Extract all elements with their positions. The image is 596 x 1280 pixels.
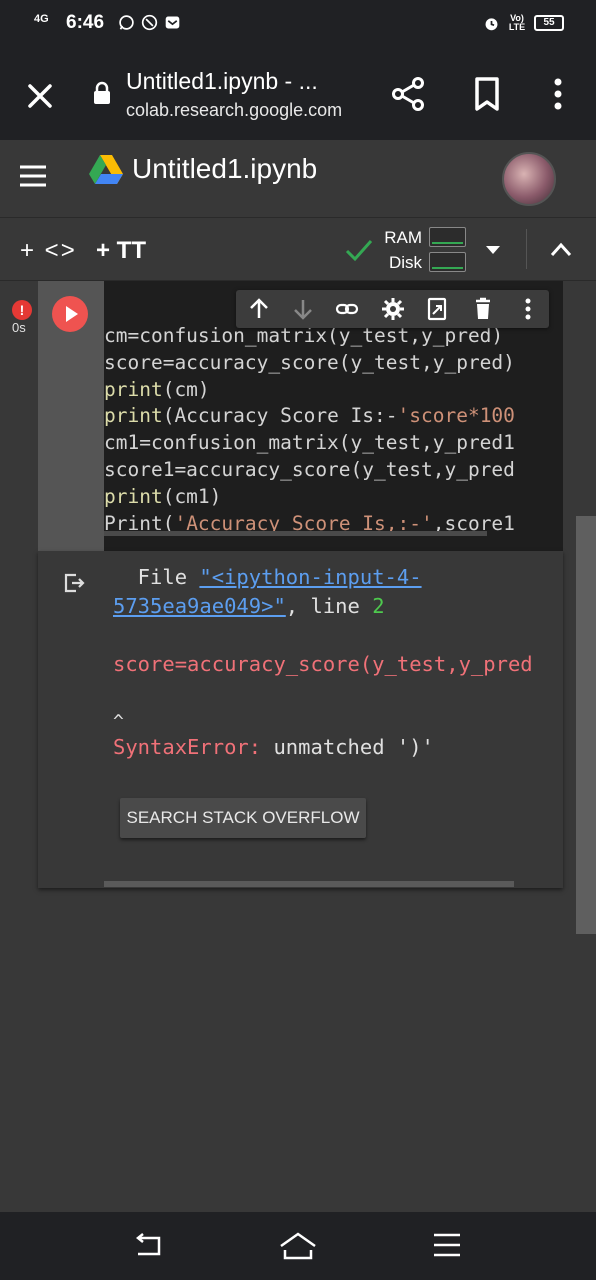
more-options-icon[interactable]: [546, 76, 570, 112]
error-message: SyntaxError: unmatched ')': [113, 735, 434, 759]
code-text: score1=accuracy_score(y_test,y_pred: [104, 457, 515, 481]
back-icon[interactable]: [132, 1232, 164, 1260]
execution-time: 0s: [12, 320, 26, 335]
line-label: , line: [285, 594, 373, 618]
code-keyword: print: [104, 377, 163, 401]
notification-icons: [118, 14, 181, 31]
code-line: score1=accuracy_score(y_test,y_pred: [104, 457, 515, 484]
share-icon[interactable]: [388, 74, 428, 114]
system-nav-bar: [0, 1212, 596, 1280]
ram-label: RAM: [384, 228, 422, 247]
line-number: 2: [372, 594, 385, 618]
delete-icon[interactable]: [471, 297, 495, 321]
mail-icon: [165, 16, 180, 29]
search-stack-overflow-button[interactable]: SEARCH STACK OVERFLOW: [120, 798, 366, 838]
browser-toolbar: Untitled1.ipynb - ... colab.research.goo…: [0, 48, 596, 140]
menu-icon[interactable]: [18, 164, 48, 188]
add-text-button[interactable]: + TT: [96, 237, 146, 265]
vpn-icon: [141, 14, 158, 31]
move-up-icon[interactable]: [247, 297, 271, 321]
gear-icon[interactable]: [381, 297, 405, 321]
traceback-text: File "<ipython-input-4- 5735ea9ae049>", …: [113, 563, 533, 679]
connected-check-icon: [345, 240, 373, 262]
clock: 6:46: [66, 12, 105, 33]
code-text: (cm1): [162, 484, 222, 508]
code-line: print(cm): [104, 377, 515, 404]
notebook-toolbar: + <> + TT RAM Disk: [0, 219, 596, 281]
chevron-down-icon[interactable]: [486, 246, 500, 254]
colab-header: Untitled1.ipynb: [0, 140, 596, 218]
code-text: cm1=confusion_matrix(y_test,y_pred1: [104, 431, 515, 455]
more-vert-icon[interactable]: [516, 297, 540, 321]
run-cell-button[interactable]: [52, 296, 88, 332]
traceback-file-link[interactable]: "<ipython-input-4-: [199, 565, 421, 589]
traceback-file-link-cont[interactable]: 5735ea9ae049>": [113, 594, 286, 618]
whatsapp-icon: [119, 15, 134, 30]
cell-toolbar: [236, 290, 549, 328]
error-detail: unmatched ')': [261, 735, 434, 759]
link-icon[interactable]: [335, 297, 359, 321]
lock-icon: [94, 81, 110, 104]
url-host[interactable]: colab.research.google.com: [126, 100, 342, 121]
mirror-cell-icon[interactable]: [425, 297, 449, 321]
error-caret: ^: [113, 711, 124, 732]
code-lines: cm=confusion_matrix(y_test,y_pred) score=…: [104, 323, 515, 537]
code-text: score=accuracy_score(y_test,y_pred): [104, 350, 515, 374]
cell-output: File "<ipython-input-4- 5735ea9ae049>", …: [38, 551, 563, 888]
alarm-icon: [485, 17, 498, 30]
file-prefix: File: [113, 565, 200, 589]
code-scrollbar[interactable]: [104, 531, 487, 536]
code-line: score=accuracy_score(y_test,y_pred): [104, 350, 515, 377]
avatar[interactable]: [502, 152, 556, 206]
chevron-up-icon[interactable]: [548, 237, 574, 263]
code-text: (cm): [162, 377, 210, 401]
code-keyword: print: [104, 484, 163, 508]
recents-icon[interactable]: [432, 1232, 462, 1258]
page-scrollbar[interactable]: [576, 516, 596, 934]
battery-indicator: 55: [534, 15, 564, 31]
status-bar: 4G 6:46 Vo) LTE 55: [0, 0, 596, 48]
code-line: print(cm1): [104, 484, 515, 511]
move-down-icon[interactable]: [291, 297, 315, 321]
error-status-badge: !: [12, 300, 32, 320]
code-keyword: print: [104, 404, 163, 428]
close-icon[interactable]: [22, 78, 58, 114]
add-code-button[interactable]: + <>: [20, 237, 77, 265]
output-actions-icon[interactable]: [62, 571, 86, 595]
output-scrollbar[interactable]: [104, 881, 514, 887]
code-line: print(Accuracy Score Is:-'score*100: [104, 403, 515, 430]
resource-labels[interactable]: RAM Disk: [380, 225, 422, 275]
bookmark-icon[interactable]: [470, 74, 504, 114]
code-text: (Accuracy Score Is:-: [162, 404, 398, 428]
code-line: cm1=confusion_matrix(y_test,y_pred1: [104, 430, 515, 457]
notebook-title[interactable]: Untitled1.ipynb: [132, 153, 317, 185]
toolbar-divider: [526, 229, 527, 269]
home-icon[interactable]: [278, 1230, 318, 1262]
disk-meter[interactable]: [429, 252, 466, 272]
google-drive-icon: [89, 155, 123, 184]
page-title[interactable]: Untitled1.ipynb - ...: [126, 68, 318, 95]
error-type: SyntaxError:: [113, 735, 262, 759]
network-indicator: 4G: [34, 13, 49, 25]
lte-indicator: Vo) LTE: [508, 13, 526, 32]
disk-label: Disk: [388, 253, 422, 272]
ram-meter[interactable]: [429, 227, 466, 247]
code-string: 'score*100: [397, 404, 515, 428]
error-code-line: score=accuracy_score(y_test,y_pred: [113, 652, 533, 676]
